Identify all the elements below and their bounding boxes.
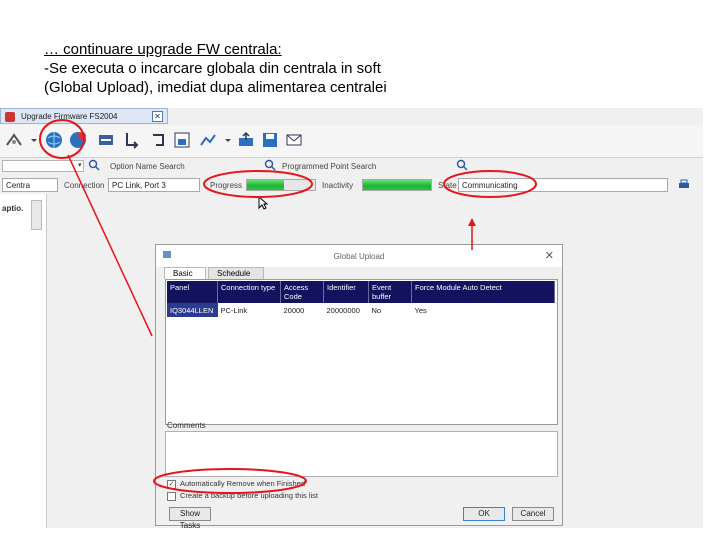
connection-field[interactable]: PC Link, Port 3 bbox=[108, 178, 200, 192]
close-icon[interactable]: ✕ bbox=[152, 111, 163, 122]
backup-label: Create a backup before uploading this li… bbox=[180, 491, 319, 500]
global-upload-dialog: Global Upload ✕ Basic Schedule Panel Con… bbox=[155, 244, 563, 530]
backup-checkbox[interactable]: Create a backup before uploading this li… bbox=[167, 491, 318, 501]
state-field: Communicating bbox=[458, 178, 668, 192]
table-cell[interactable]: PC-Link bbox=[218, 303, 281, 317]
search-icon[interactable] bbox=[88, 159, 100, 173]
export-icon[interactable] bbox=[236, 130, 256, 150]
cancel-button[interactable]: Cancel bbox=[512, 507, 554, 521]
global-download-icon[interactable] bbox=[68, 130, 88, 150]
table-cell[interactable]: No bbox=[369, 303, 412, 317]
toolbar bbox=[0, 125, 703, 158]
dropdown-arrow-icon[interactable] bbox=[218, 130, 231, 150]
progress-fill bbox=[247, 180, 285, 190]
global-upload-icon[interactable] bbox=[44, 130, 64, 150]
caption-line-3: (Global Upload), imediat dupa alimentare… bbox=[44, 79, 387, 96]
window-tab[interactable]: Upgrade Firmware FS2004 ✕ bbox=[0, 108, 168, 124]
auto-remove-checkbox[interactable]: ✓ Automatically Remove when Finished bbox=[167, 479, 305, 489]
programmed-point-search-label: Programmed Point Search bbox=[282, 162, 377, 171]
window-title: Upgrade Firmware FS2004 bbox=[21, 112, 118, 121]
comments-label: Comments bbox=[167, 421, 206, 430]
option-name-search-label: Option Name Search bbox=[110, 162, 185, 171]
caption-line-1: … continuare upgrade FW centrala: bbox=[44, 41, 282, 58]
progress-bar bbox=[246, 179, 316, 191]
panel-table: Panel Connection type Access Code Identi… bbox=[167, 281, 555, 317]
status-row: Centra Connection PC Link, Port 3 Progre… bbox=[0, 176, 703, 194]
comments-textarea[interactable] bbox=[165, 431, 558, 477]
central-field[interactable]: Centra bbox=[2, 178, 58, 192]
tab-basic[interactable]: Basic bbox=[164, 267, 206, 279]
chevron-down-icon[interactable]: ▾ bbox=[78, 161, 82, 169]
left-pane: aptio. bbox=[0, 194, 47, 528]
caption-line-2: -Se executa o incarcare globala din cent… bbox=[44, 60, 381, 77]
inactivity-bar bbox=[362, 179, 432, 191]
close-icon[interactable]: ✕ bbox=[545, 249, 554, 262]
column-header[interactable]: Panel bbox=[167, 281, 218, 303]
table-row[interactable]: IQ3044LLEN PC-Link 20000 20000000 No Yes bbox=[167, 303, 555, 317]
column-header[interactable]: Force Module Auto Detect bbox=[411, 281, 555, 303]
search-row: ▾ Option Name Search Programmed Point Se… bbox=[0, 158, 703, 176]
email-icon[interactable] bbox=[284, 130, 304, 150]
dropdown-arrow-icon[interactable] bbox=[24, 130, 37, 150]
app-icon bbox=[5, 112, 15, 122]
save-device-icon[interactable] bbox=[172, 130, 192, 150]
panel-grid: Panel Connection type Access Code Identi… bbox=[165, 279, 558, 425]
table-cell[interactable]: 20000000 bbox=[324, 303, 369, 317]
column-header[interactable]: Event buffer bbox=[368, 281, 412, 303]
column-header[interactable]: Identifier bbox=[323, 281, 369, 303]
save-icon[interactable] bbox=[260, 130, 280, 150]
scrollbar[interactable] bbox=[31, 200, 42, 230]
column-header[interactable]: Access Code bbox=[280, 281, 324, 303]
repeat-icon[interactable] bbox=[148, 130, 168, 150]
settings-tool-icon[interactable] bbox=[4, 130, 24, 150]
search-icon[interactable] bbox=[264, 159, 276, 173]
inactivity-fill bbox=[363, 180, 431, 190]
print-icon[interactable] bbox=[678, 179, 690, 193]
tab-schedule[interactable]: Schedule bbox=[208, 267, 264, 279]
table-cell[interactable]: Yes bbox=[412, 303, 555, 317]
slide-caption: … continuare upgrade FW centrala: -Se ex… bbox=[44, 40, 387, 97]
download-arrow-icon[interactable] bbox=[122, 130, 142, 150]
table-cell[interactable]: 20000 bbox=[281, 303, 324, 317]
mouse-cursor-icon bbox=[258, 195, 269, 213]
search-input[interactable] bbox=[2, 160, 84, 172]
dialog-title: Global Upload bbox=[333, 252, 385, 261]
checkbox-icon[interactable] bbox=[167, 491, 176, 501]
table-header: Panel Connection type Access Code Identi… bbox=[167, 281, 555, 303]
checkbox-checked-icon[interactable]: ✓ bbox=[167, 479, 176, 489]
connection-label: Connection bbox=[64, 181, 105, 190]
inactivity-label: Inactivity bbox=[322, 181, 354, 190]
dialog-titlebar: Global Upload ✕ bbox=[156, 245, 562, 267]
auto-remove-label: Automatically Remove when Finished bbox=[180, 479, 306, 488]
chart-icon[interactable] bbox=[198, 130, 218, 150]
transfer-icon[interactable] bbox=[96, 130, 116, 150]
column-header[interactable]: Connection type bbox=[217, 281, 281, 303]
ok-button[interactable]: OK bbox=[463, 507, 505, 521]
search-icon[interactable] bbox=[456, 159, 468, 173]
show-tasks-button[interactable]: Show Tasks bbox=[169, 507, 211, 530]
table-cell[interactable]: IQ3044LLEN bbox=[167, 303, 218, 317]
state-label: State bbox=[438, 181, 457, 190]
progress-label: Progress bbox=[210, 181, 243, 190]
left-pane-header: aptio. bbox=[2, 204, 24, 213]
